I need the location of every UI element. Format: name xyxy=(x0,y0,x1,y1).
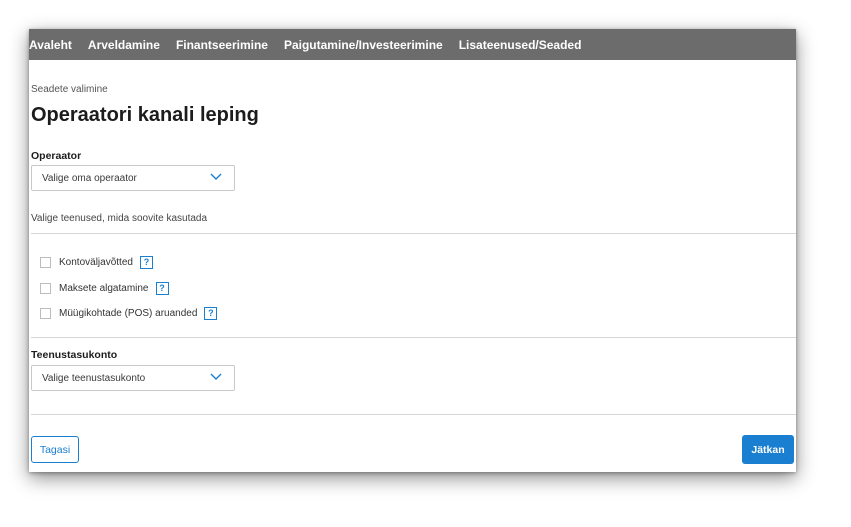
nav-item-lisateenused[interactable]: Lisateenused/Seaded xyxy=(459,38,582,52)
app-window: Avaleht Arveldamine Finantseerimine Paig… xyxy=(29,29,796,472)
help-icon[interactable]: ? xyxy=(204,307,218,320)
divider xyxy=(31,337,796,338)
operator-select-value: Valige oma operaator xyxy=(42,172,137,184)
fee-account-select-value: Valige teenustasukonto xyxy=(42,372,146,384)
fee-account-label: Teenustasukonto xyxy=(31,349,118,361)
service-option-pos-aruanded: Müügikohtade (POS) aruanded ? xyxy=(40,307,218,320)
top-navigation: Avaleht Arveldamine Finantseerimine Paig… xyxy=(29,29,796,60)
services-hint: Valige teenused, mida soovite kasutada xyxy=(31,213,208,224)
service-option-kontovaljavotted: Kontoväljavõtted ? xyxy=(40,256,153,269)
page-title: Operaatori kanali leping xyxy=(31,104,259,126)
breadcrumb: Seadete valimine xyxy=(31,84,108,95)
help-icon[interactable]: ? xyxy=(155,282,169,295)
operator-label: Operaator xyxy=(31,150,82,162)
service-option-label: Maksete algatamine xyxy=(59,283,149,294)
fee-account-select[interactable]: Valige teenustasukonto xyxy=(31,365,235,391)
nav-item-paigutamine[interactable]: Paigutamine/Investeerimine xyxy=(284,38,443,52)
divider xyxy=(31,233,796,234)
service-option-label: Müügikohtade (POS) aruanded xyxy=(59,308,198,319)
divider xyxy=(31,414,796,415)
service-option-maksete-algatamine: Maksete algatamine ? xyxy=(40,282,169,295)
chevron-down-icon xyxy=(210,373,222,380)
nav-item-arveldamine[interactable]: Arveldamine xyxy=(88,38,160,52)
nav-item-avaleht[interactable]: Avaleht xyxy=(29,38,72,52)
continue-button[interactable]: Jätkan xyxy=(742,435,794,464)
nav-item-finantseerimine[interactable]: Finantseerimine xyxy=(176,38,268,52)
checkbox[interactable] xyxy=(40,283,51,294)
service-option-label: Kontoväljavõtted xyxy=(59,257,133,268)
checkbox[interactable] xyxy=(40,257,51,268)
help-icon[interactable]: ? xyxy=(139,256,153,269)
operator-select[interactable]: Valige oma operaator xyxy=(31,165,235,191)
checkbox[interactable] xyxy=(40,308,51,319)
back-button[interactable]: Tagasi xyxy=(31,436,79,463)
chevron-down-icon xyxy=(210,173,222,180)
